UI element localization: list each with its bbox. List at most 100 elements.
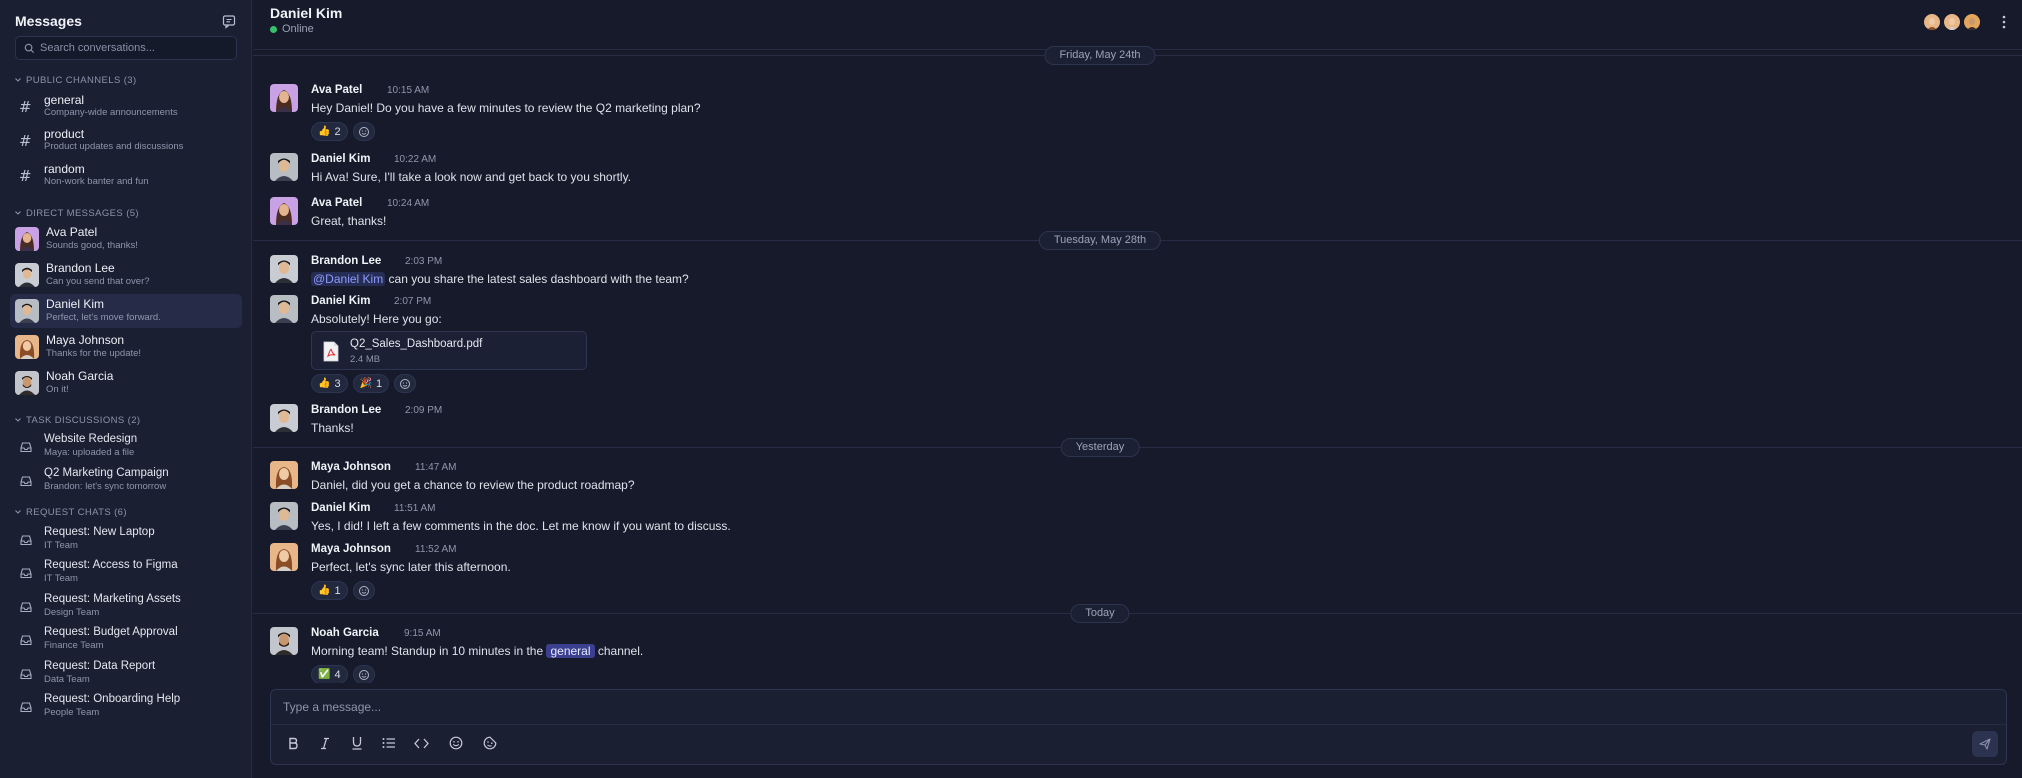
thumbs-up-icon: 👍	[318, 585, 331, 596]
chat-main: Daniel Kim Online Friday, May 24th Ava P…	[253, 0, 2022, 778]
italic-icon	[321, 737, 329, 749]
message-time: 2:09 PM	[405, 405, 443, 416]
message-author[interactable]: Daniel Kim	[311, 502, 370, 514]
user-mention[interactable]: @Daniel Kim	[311, 272, 386, 286]
file-attachment[interactable]: Q2_Sales_Dashboard.pdf 2.4 MB	[311, 331, 587, 370]
avatar	[15, 299, 39, 323]
channel-item-general[interactable]: # general Company-wide announcements	[10, 91, 242, 123]
message: Maya Johnson 11:52 AM Perfect, let's syn…	[270, 543, 1970, 603]
search-input[interactable]	[40, 37, 230, 59]
request-item-new-laptop[interactable]: Request: New Laptop IT Team	[10, 524, 242, 556]
message-author[interactable]: Maya Johnson	[311, 461, 391, 473]
request-team: IT Team	[44, 540, 78, 551]
message-author[interactable]: Noah Garcia	[311, 627, 379, 639]
dm-item-ava-patel[interactable]: Ava Patel Sounds good, thanks!	[10, 222, 242, 256]
sidebar-header: Messages	[15, 11, 237, 31]
smiley-plus-icon	[400, 378, 411, 389]
reactions: ✅ 4	[311, 665, 375, 683]
add-reaction-button[interactable]	[352, 665, 375, 683]
request-item-access-to-figma[interactable]: Request: Access to Figma IT Team	[10, 557, 242, 589]
add-reaction-button[interactable]	[352, 122, 375, 141]
compose-icon[interactable]	[221, 13, 237, 29]
task-desc: Maya: uploaded a file	[44, 447, 135, 458]
underline-button[interactable]	[347, 733, 367, 753]
emoji-button[interactable]	[446, 733, 466, 753]
avatar	[15, 371, 39, 395]
section-direct-messages[interactable]: DIRECT MESSAGES (5)	[14, 207, 139, 219]
request-item-data-report[interactable]: Request: Data Report Data Team	[10, 658, 242, 690]
message-text: Absolutely! Here you go:	[311, 312, 442, 326]
message-author[interactable]: Daniel Kim	[311, 295, 370, 307]
message-input[interactable]	[283, 696, 1883, 718]
message-text: Yes, I did! I left a few comments in the…	[311, 519, 731, 533]
dm-name: Noah Garcia	[46, 369, 114, 383]
request-item-onboarding-help[interactable]: Request: Onboarding Help People Team	[10, 691, 242, 723]
message-author[interactable]: Ava Patel	[311, 84, 362, 96]
message: Brandon Lee 2:09 PM Thanks!	[270, 404, 1970, 436]
bold-button[interactable]	[283, 733, 303, 753]
avatar	[15, 227, 39, 251]
inbox-icon	[20, 568, 32, 579]
message-author[interactable]: Brandon Lee	[311, 255, 381, 267]
reactions: 👍 3 🎉 1	[311, 374, 417, 393]
reaction[interactable]: 🎉 1	[352, 374, 390, 393]
reaction[interactable]: 👍 1	[311, 581, 348, 600]
dm-item-noah-garcia[interactable]: Noah Garcia On it!	[10, 366, 242, 400]
participant-avatars[interactable]	[1924, 14, 1980, 30]
avatar	[270, 295, 298, 323]
bold-icon	[289, 737, 298, 749]
message-author[interactable]: Ava Patel	[311, 197, 362, 209]
channel-mention[interactable]: general	[546, 644, 595, 658]
message-author[interactable]: Daniel Kim	[311, 153, 370, 165]
request-item-budget-approval[interactable]: Request: Budget Approval Finance Team	[10, 624, 242, 656]
inbox-icon	[20, 669, 32, 680]
dm-item-daniel-kim[interactable]: Daniel Kim Perfect, let's move forward.	[10, 294, 242, 328]
message-author[interactable]: Brandon Lee	[311, 404, 381, 416]
section-title: DIRECT MESSAGES (5)	[26, 207, 139, 219]
search-box[interactable]	[15, 36, 237, 60]
avatar	[270, 197, 298, 225]
inbox-icon	[20, 702, 32, 713]
channel-desc: Product updates and discussions	[44, 141, 184, 152]
message-author[interactable]: Maya Johnson	[311, 543, 391, 555]
message-text: @Daniel Kim can you share the latest sal…	[311, 272, 689, 286]
avatar	[270, 153, 298, 181]
task-item-q2-marketing-campaign[interactable]: Q2 Marketing Campaign Brandon: let's syn…	[10, 465, 242, 497]
message: Daniel Kim 2:07 PM Absolutely! Here you …	[270, 295, 1970, 395]
dm-name: Daniel Kim	[46, 297, 105, 311]
send-button[interactable]	[1972, 731, 1998, 757]
dm-preview: On it!	[46, 384, 69, 395]
task-item-website-redesign[interactable]: Website Redesign Maya: uploaded a file	[10, 431, 242, 463]
search-icon	[24, 43, 35, 54]
reaction[interactable]: 👍 3	[311, 374, 348, 393]
code-button[interactable]	[411, 733, 431, 753]
section-title: TASK DISCUSSIONS (2)	[26, 414, 141, 426]
send-icon	[1979, 738, 1991, 750]
section-request-chats[interactable]: REQUEST CHATS (6)	[14, 506, 127, 518]
section-task-discussions[interactable]: TASK DISCUSSIONS (2)	[14, 414, 140, 426]
date-label: Yesterday	[1060, 438, 1140, 457]
reactions: 👍 1	[311, 581, 375, 600]
channel-item-random[interactable]: # random Non-work banter and fun	[10, 160, 242, 192]
bullet-list-button[interactable]	[379, 733, 399, 753]
message-time: 11:52 AM	[415, 544, 457, 555]
dm-preview: Thanks for the update!	[46, 348, 142, 359]
dm-item-brandon-lee[interactable]: Brandon Lee Can you send that over?	[10, 258, 242, 292]
avatar	[270, 404, 298, 432]
reaction[interactable]: 👍 2	[311, 122, 348, 141]
channel-item-product[interactable]: # product Product updates and discussion…	[10, 125, 242, 157]
avatar	[270, 461, 298, 489]
italic-button[interactable]	[315, 733, 335, 753]
sticker-button[interactable]	[480, 733, 500, 753]
section-public-channels[interactable]: PUBLIC CHANNELS (3)	[14, 74, 137, 86]
add-reaction-button[interactable]	[394, 374, 417, 393]
avatar	[1964, 14, 1980, 30]
dm-item-maya-johnson[interactable]: Maya Johnson Thanks for the update!	[10, 330, 242, 364]
reaction[interactable]: ✅ 4	[311, 665, 348, 683]
inbox-icon	[20, 535, 32, 546]
file-name: Q2_Sales_Dashboard.pdf	[350, 338, 483, 350]
add-reaction-button[interactable]	[352, 581, 375, 600]
channel-desc: Non-work banter and fun	[44, 176, 149, 187]
request-item-marketing-assets[interactable]: Request: Marketing Assets Design Team	[10, 591, 242, 623]
more-options-icon[interactable]	[2001, 14, 2007, 30]
